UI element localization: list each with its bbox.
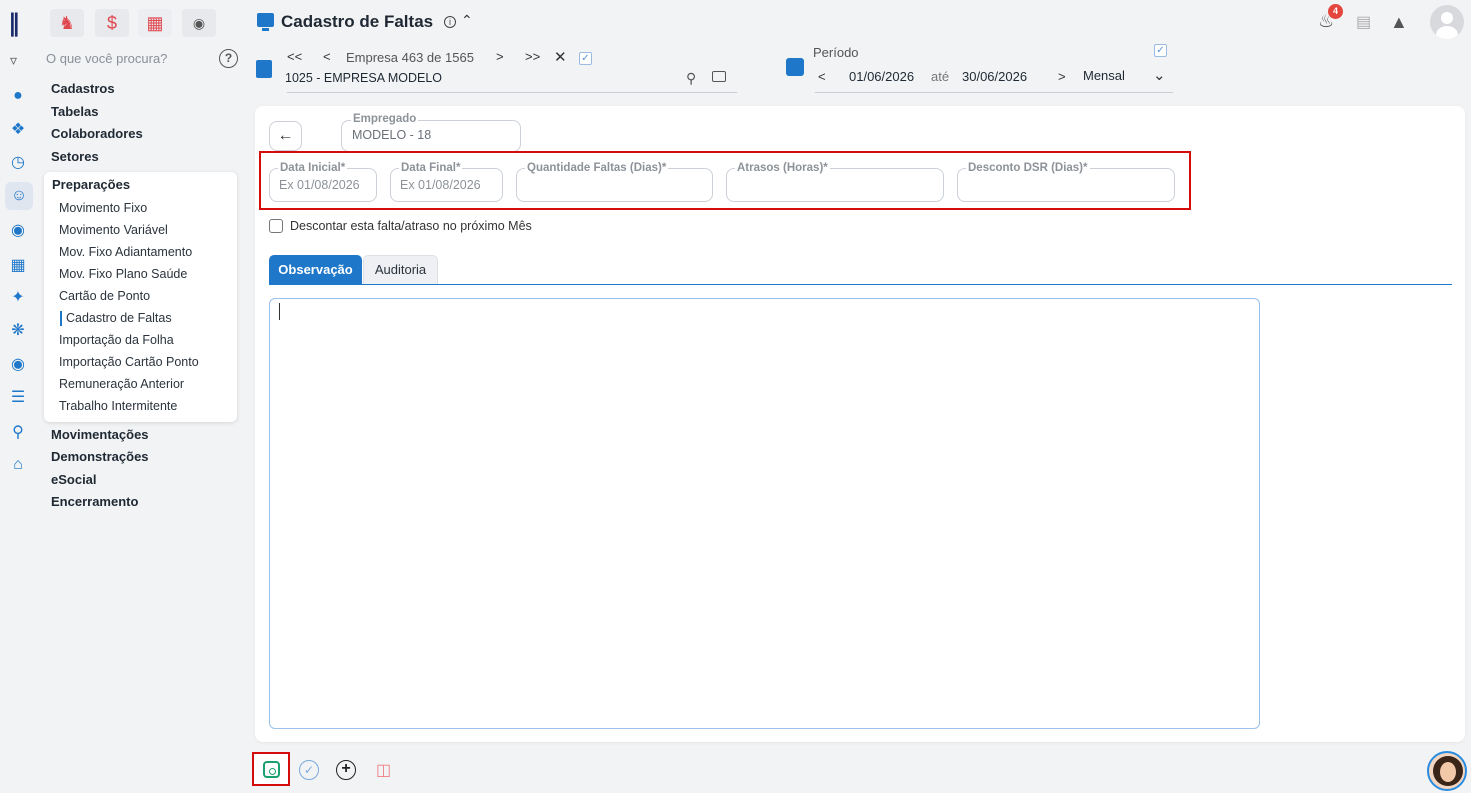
graduation-cap-icon[interactable]: ▲ (1390, 12, 1408, 33)
next-month-label[interactable]: Descontar esta falta/atraso no próximo M… (290, 219, 532, 233)
sub-item-remuneracao-anterior[interactable]: Remuneração Anterior (59, 377, 184, 391)
nav-item-tabelas[interactable]: Tabelas (51, 104, 98, 119)
nav-item-esocial[interactable]: eSocial (51, 472, 97, 487)
delete-button[interactable]: ◫ (376, 760, 392, 779)
filter-icon[interactable]: ▿ (10, 52, 17, 69)
add-button[interactable]: + (336, 760, 356, 780)
sub-item-cartao-de-ponto[interactable]: Cartão de Ponto (59, 289, 150, 303)
search-icon[interactable]: ⚲ (6, 420, 30, 444)
handshake-icon[interactable]: ❖ (6, 117, 30, 141)
network-icon[interactable]: ❋ (6, 318, 30, 342)
tab-auditoria[interactable]: Auditoria (363, 255, 438, 284)
date-end[interactable]: 30/06/2026 (962, 69, 1027, 84)
notification-badge: 4 (1328, 4, 1343, 19)
document-search-icon[interactable]: ▤ (1356, 12, 1371, 32)
sub-item-trabalho-intermitente[interactable]: Trabalho Intermitente (59, 399, 177, 413)
home-icon[interactable]: ⌂ (6, 453, 30, 477)
sub-item-importacao-cartao-ponto[interactable]: Importação Cartão Ponto (59, 355, 199, 369)
next-month-checkbox[interactable] (269, 219, 283, 233)
active-indicator (60, 311, 62, 326)
tools-icon[interactable]: ✦ (6, 285, 30, 309)
next-period-button[interactable]: > (1058, 69, 1066, 84)
mail-icon[interactable] (712, 71, 726, 82)
nav-item-movimentacoes[interactable]: Movimentações (51, 427, 149, 442)
company-search-icon[interactable]: ⚲ (686, 70, 696, 87)
first-company-button[interactable]: << (287, 49, 302, 64)
search-input[interactable]: O que você procura? (46, 51, 167, 66)
sub-item-movimento-fixo[interactable]: Movimento Fixo (59, 201, 147, 215)
sub-item-cadastro-de-faltas[interactable]: Cadastro de Faltas (66, 311, 172, 325)
close-icon[interactable]: ✕ (554, 48, 567, 66)
period-underline (815, 92, 1173, 93)
sub-item-movimento-variavel[interactable]: Movimento Variável (59, 223, 168, 237)
info-icon[interactable]: i (444, 16, 456, 28)
sub-item-importacao-da-folha[interactable]: Importação da Folha (59, 333, 174, 347)
people-icon[interactable]: ♞ (50, 9, 84, 37)
sub-item-mov-fixo-adiantamento[interactable]: Mov. Fixo Adiantamento (59, 245, 192, 259)
page-title: Cadastro de Faltas (281, 12, 434, 31)
save-button[interactable] (252, 752, 290, 786)
period-type-select[interactable]: Mensal (1083, 68, 1125, 83)
dsr-discount-label: Desconto DSR (Dias)* (966, 162, 1090, 174)
help-icon[interactable]: ? (219, 49, 238, 68)
tab-underline (269, 284, 1452, 285)
building-icon (256, 60, 272, 78)
clock-icon[interactable]: ◷ (6, 150, 30, 174)
calendar-icon (786, 58, 804, 76)
money-icon[interactable]: ◉ (6, 218, 30, 242)
chevron-down-icon[interactable]: ⌄ (1153, 66, 1166, 84)
money-bag-icon[interactable]: ◉ (182, 9, 216, 37)
nav-item-setores[interactable]: Setores (51, 149, 99, 164)
company-name[interactable]: 1025 - EMPRESA MODELO (285, 71, 442, 85)
app-logo[interactable]: ‖ (8, 10, 34, 36)
layers-icon[interactable]: ☰ (6, 385, 30, 409)
last-company-button[interactable]: >> (525, 49, 540, 64)
nav-item-demonstracoes[interactable]: Demonstrações (51, 449, 149, 464)
nav-item-encerramento[interactable]: Encerramento (51, 494, 138, 509)
dollar-icon[interactable]: $ (95, 9, 129, 37)
date-start[interactable]: 01/06/2026 (849, 69, 914, 84)
nav-item-colaboradores[interactable]: Colaboradores (51, 126, 143, 141)
sub-item-mov-fixo-plano-saude[interactable]: Mov. Fixo Plano Saúde (59, 267, 187, 281)
company-underline (287, 92, 737, 93)
absence-quantity-label: Quantidade Faltas (Dias)* (525, 162, 669, 174)
prev-period-button[interactable]: < (818, 69, 826, 84)
confirm-button[interactable]: ✓ (299, 760, 319, 780)
monitor-icon (257, 13, 274, 31)
company-checkbox[interactable]: ✓ (579, 52, 592, 65)
employee-value[interactable]: MODELO - 18 (352, 128, 431, 142)
nav-item-cadastros[interactable]: Cadastros (51, 81, 115, 96)
employee-label: Empregado (351, 113, 419, 125)
bag-icon[interactable]: ◉ (6, 352, 30, 376)
tab-observacao[interactable]: Observação (269, 255, 362, 284)
chevron-up-icon[interactable]: ⌃ (461, 12, 473, 29)
back-button[interactable]: ← (269, 121, 302, 151)
user-avatar[interactable] (1430, 5, 1464, 39)
save-icon (262, 760, 280, 778)
date-separator: até (931, 69, 950, 84)
delays-label: Atrasos (Horas)* (735, 162, 830, 174)
user-register-icon[interactable]: ● (6, 84, 30, 108)
end-date-label: Data Final* (399, 162, 463, 174)
end-date-input[interactable]: Ex 01/08/2026 (400, 178, 481, 192)
table-icon[interactable]: ▦ (138, 9, 172, 37)
period-checkbox[interactable]: ✓ (1154, 44, 1167, 57)
prev-company-button[interactable]: < (323, 49, 331, 64)
nav-item-preparacoes[interactable]: Preparações (52, 177, 130, 192)
calculator-icon[interactable]: ▦ (6, 253, 30, 277)
assistant-avatar[interactable] (1427, 751, 1467, 791)
company-counter: Empresa 463 de 1565 (346, 50, 474, 65)
start-date-input[interactable]: Ex 01/08/2026 (279, 178, 360, 192)
employees-icon[interactable]: ☺ (5, 182, 33, 210)
start-date-label: Data Inicial* (278, 162, 348, 174)
text-caret (279, 303, 280, 320)
next-company-button[interactable]: > (496, 49, 504, 64)
observation-textarea[interactable] (269, 298, 1260, 729)
period-label: Período (813, 45, 859, 60)
